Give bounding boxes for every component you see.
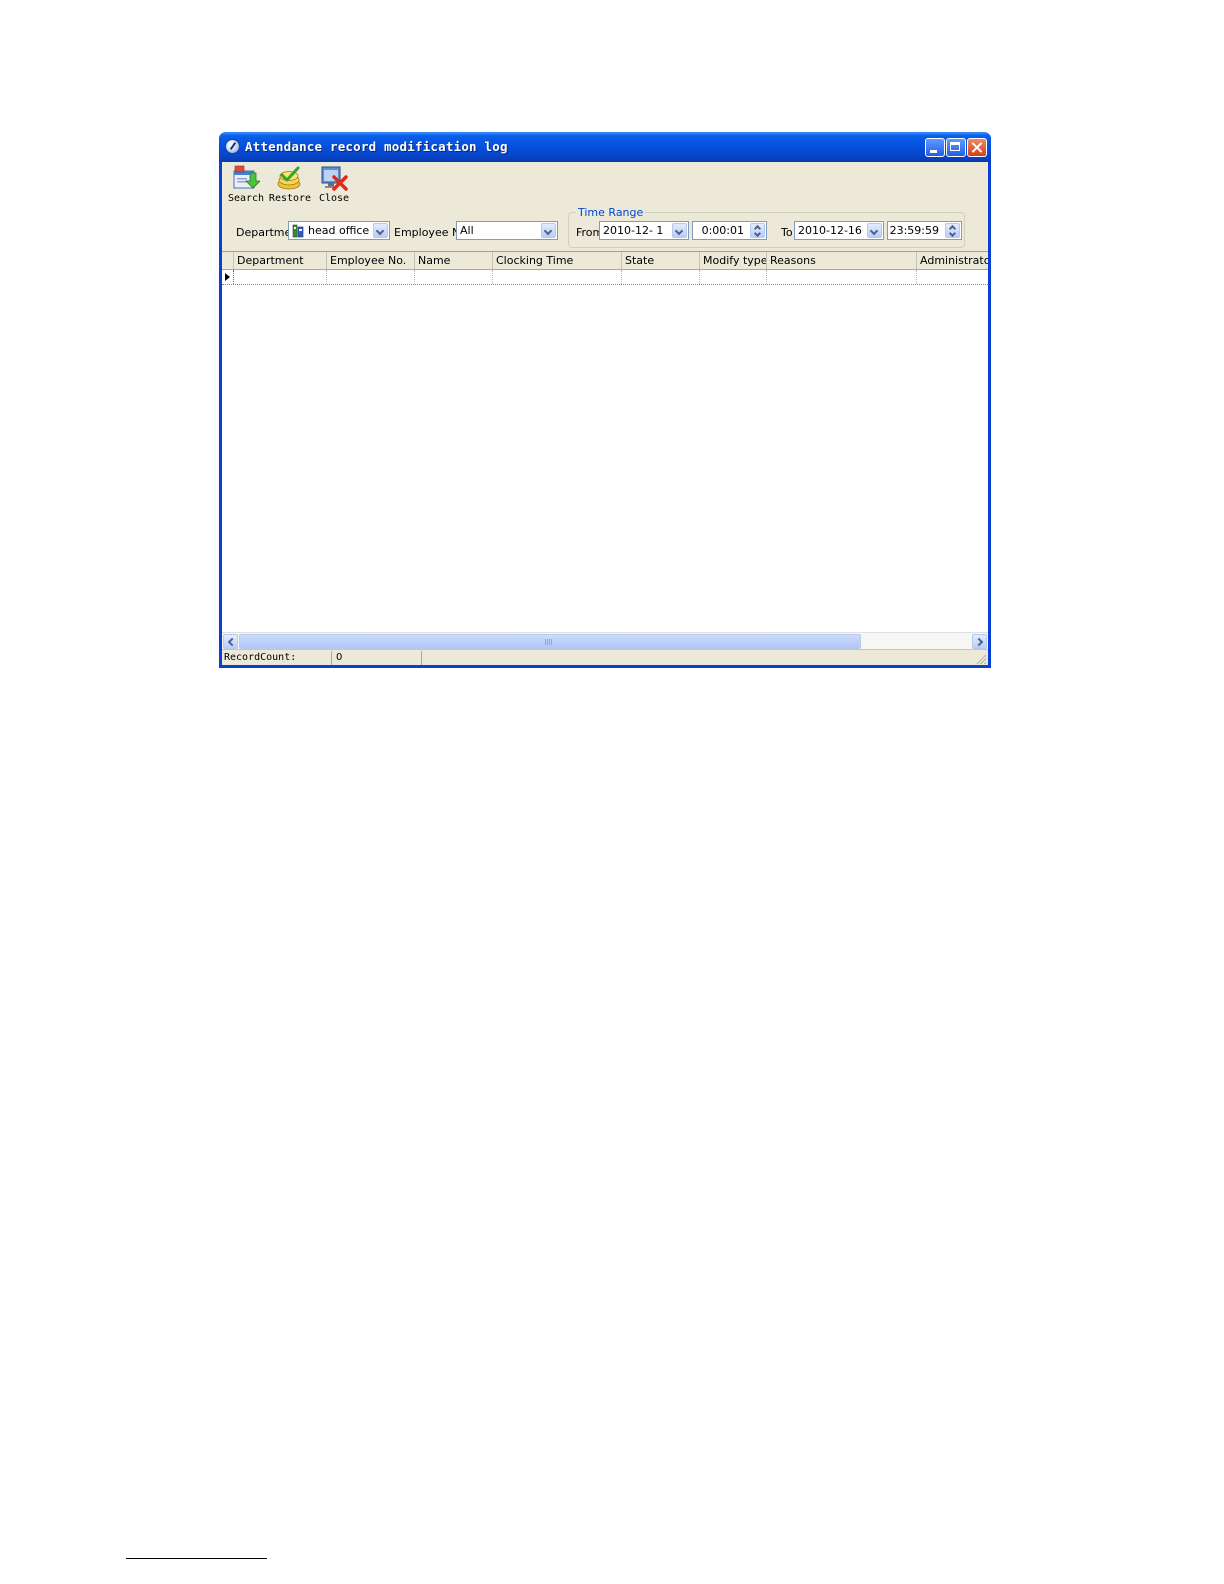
close-button[interactable]: Close — [312, 164, 356, 204]
restore-button[interactable]: Restore — [268, 164, 312, 204]
chevron-down-icon[interactable] — [541, 223, 556, 238]
close-icon — [321, 166, 348, 191]
status-bar: RecordCount: 0 — [222, 649, 988, 665]
from-date-picker[interactable]: 2010-12- 1 — [599, 221, 689, 240]
restore-label: Restore — [268, 193, 312, 204]
cell-separator — [492, 270, 493, 284]
minimize-button[interactable] — [925, 138, 945, 157]
cell-separator — [766, 270, 767, 284]
title-bar[interactable]: Attendance record modification log — [219, 132, 991, 162]
scroll-thumb[interactable] — [239, 634, 861, 649]
scroll-right-icon[interactable] — [972, 634, 987, 649]
column-header-modify-type[interactable]: Modify type — [700, 252, 767, 269]
column-header-reasons[interactable]: Reasons — [767, 252, 917, 269]
employee-value: All — [460, 224, 474, 237]
cell-separator — [326, 270, 327, 284]
spin-arrows-icon[interactable] — [750, 223, 765, 238]
clock-icon — [225, 139, 240, 154]
from-date-value: 2010-12- 1 — [603, 224, 664, 237]
column-header-clocking-time[interactable]: Clocking Time — [493, 252, 622, 269]
horizontal-scrollbar[interactable] — [222, 632, 988, 649]
cell-separator — [233, 270, 234, 284]
search-label: Search — [227, 193, 265, 204]
department-select[interactable]: head office — [288, 221, 390, 240]
column-header-administrator[interactable]: Administrator — [917, 252, 988, 269]
restore-icon — [277, 166, 301, 190]
row-indicator-header — [222, 252, 234, 269]
filter-bar: Department head office Employee No. All … — [222, 206, 988, 250]
cell-separator — [621, 270, 622, 284]
resize-grip-icon[interactable] — [975, 653, 986, 664]
chevron-down-icon[interactable] — [672, 223, 687, 238]
grid-header: Department Employee No. Name Clocking Ti… — [222, 252, 988, 270]
chevron-down-icon[interactable] — [373, 223, 388, 238]
spin-arrows-icon[interactable] — [945, 223, 960, 238]
client-area: Search Restore Close Department head off… — [222, 162, 988, 665]
app-window: Attendance record modification log Searc… — [219, 132, 991, 668]
column-header-name[interactable]: Name — [415, 252, 493, 269]
employee-select[interactable]: All — [456, 221, 558, 240]
search-icon — [233, 165, 260, 189]
record-count-value: 0 — [332, 651, 422, 665]
cell-separator — [414, 270, 415, 284]
close-label: Close — [318, 193, 350, 204]
to-time-value: 23:59:59 — [889, 224, 939, 237]
to-date-value: 2010-12-16 — [798, 224, 862, 237]
department-tree-icon — [292, 224, 304, 238]
time-range-label: Time Range — [576, 206, 646, 219]
chevron-down-icon[interactable] — [867, 223, 882, 238]
table-row[interactable] — [222, 270, 988, 285]
to-label: To — [781, 226, 793, 239]
record-count-label: RecordCount: — [222, 651, 332, 665]
cell-separator — [699, 270, 700, 284]
department-value: head office — [308, 224, 370, 237]
from-time-spinner[interactable]: 0:00:01 — [692, 221, 767, 240]
close-window-button[interactable] — [967, 138, 987, 157]
scroll-left-icon[interactable] — [223, 634, 238, 649]
to-time-spinner[interactable]: 23:59:59 — [887, 221, 962, 240]
cell-separator — [916, 270, 917, 284]
maximize-button[interactable] — [946, 138, 966, 157]
window-title: Attendance record modification log — [245, 139, 508, 154]
from-time-value: 0:00:01 — [701, 224, 744, 237]
toolbar: Search Restore Close — [222, 162, 988, 206]
search-button[interactable]: Search — [224, 164, 268, 204]
column-header-employee-no[interactable]: Employee No. — [327, 252, 415, 269]
to-date-picker[interactable]: 2010-12-16 — [794, 221, 884, 240]
column-header-state[interactable]: State — [622, 252, 700, 269]
records-grid[interactable]: Department Employee No. Name Clocking Ti… — [222, 251, 988, 632]
footnote-separator — [126, 1558, 267, 1559]
column-header-department[interactable]: Department — [234, 252, 327, 269]
row-pointer-icon — [225, 273, 230, 281]
